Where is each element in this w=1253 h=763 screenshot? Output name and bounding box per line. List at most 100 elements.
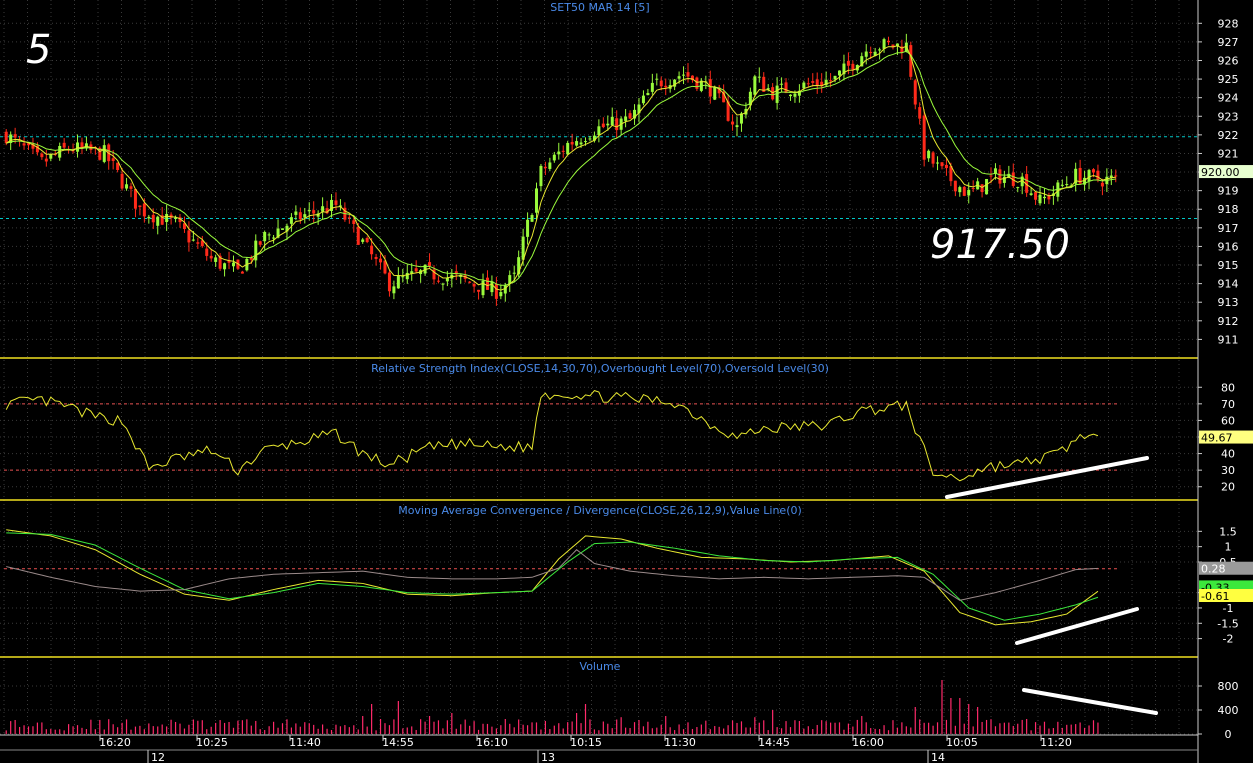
price-candle [1087,170,1091,182]
price-candle [321,206,325,212]
price-candle [708,79,712,97]
price-candle [151,214,155,223]
price-candle [641,95,645,104]
price-candle [838,70,841,76]
price-candle [686,72,690,77]
price-candle [298,212,302,220]
price-candle [294,211,298,215]
price-candle [659,80,663,87]
macd-chart-title: Moving Average Convergence / Divergence(… [398,504,802,517]
y-tick-label: 925 [1218,73,1239,86]
macd-value: -0.61 [1201,590,1229,603]
price-candle [793,93,797,97]
price-candle [980,184,984,193]
price-candle [802,82,806,89]
x-tick-label: 14:45 [758,736,790,749]
price-candle [503,285,507,294]
y-tick-label: -2 [1223,633,1234,646]
price-candle [606,123,610,126]
price-candle [196,242,200,244]
price-candle [579,142,583,145]
price-candle [1114,175,1118,177]
price-candle [481,280,485,296]
price-candle [1042,196,1046,199]
date-label: 14 [931,751,945,763]
price-candle [1029,193,1033,196]
y-tick-label: 927 [1218,36,1239,49]
price-candle [129,186,133,189]
price-candle [780,83,784,85]
price-candle [552,154,556,161]
price-candle [927,150,931,159]
price-candle [231,262,235,267]
price-candle [44,158,48,162]
price-candle [940,162,944,167]
price-candle [846,60,850,66]
price-candle [944,164,948,169]
price-candle [806,83,810,85]
y-tick-label: 70 [1221,398,1235,411]
price-candle [392,286,396,294]
y-tick-label: 921 [1218,147,1239,160]
y-tick-label: 80 [1221,381,1235,394]
y-tick-label: 916 [1218,240,1239,253]
price-candle [307,210,311,212]
y-tick-label: 913 [1218,296,1239,309]
price-candle [147,216,151,219]
price-candle [4,131,8,144]
price-candle [864,51,868,57]
price-candle [548,162,552,169]
price-candle [650,82,654,92]
price-candle [379,258,383,263]
price-candle [120,173,124,189]
price-candle [557,151,561,155]
y-tick-label: 922 [1218,129,1239,142]
price-candle [534,188,538,213]
price-chart-title: SET50 MAR 14 [5] [550,1,649,14]
price-candle [374,256,378,259]
rsi-chart-title: Relative Strength Index(CLOSE,14,30,70),… [371,362,829,375]
price-candle [1065,184,1069,186]
price-candle [1016,187,1020,189]
price-candle [133,188,137,209]
price-candle [575,141,579,146]
price-candle [566,142,570,155]
price-candle [869,51,873,54]
price-candle [922,115,926,160]
price-candle [624,116,628,121]
price-candle [731,121,735,125]
price-candle [387,272,391,292]
price-candle [428,262,432,267]
price-candle [165,213,169,223]
price-candle [610,116,614,126]
price-candle [142,203,146,217]
price-candle [477,289,481,292]
price-candle [356,226,360,245]
macd-level-value: 0.28 [1201,563,1226,576]
price-candle [655,78,659,80]
x-tick-label: 14:55 [382,736,414,749]
price-candle [441,283,445,285]
price-candle [931,152,935,164]
price-candle [1100,182,1104,187]
price-candle [156,216,160,226]
price-candle [882,39,886,49]
x-tick-label: 10:05 [946,736,978,749]
y-tick-label: 20 [1221,481,1235,494]
price-candle [628,113,632,119]
price-candle [953,180,957,192]
price-candle [138,205,142,207]
y-tick-label: 924 [1218,92,1239,105]
price-candle [811,81,815,83]
price-candle [102,145,106,162]
x-tick-label: 11:30 [664,736,696,749]
price-candle [436,280,440,282]
y-tick-label: 926 [1218,54,1239,67]
price-candle [539,165,543,187]
price-candle [998,169,1002,184]
y-tick-label: 0 [1225,728,1232,741]
price-candle [281,228,284,230]
price-candle [829,80,833,82]
price-candle [784,82,788,94]
price-candle [815,79,819,86]
